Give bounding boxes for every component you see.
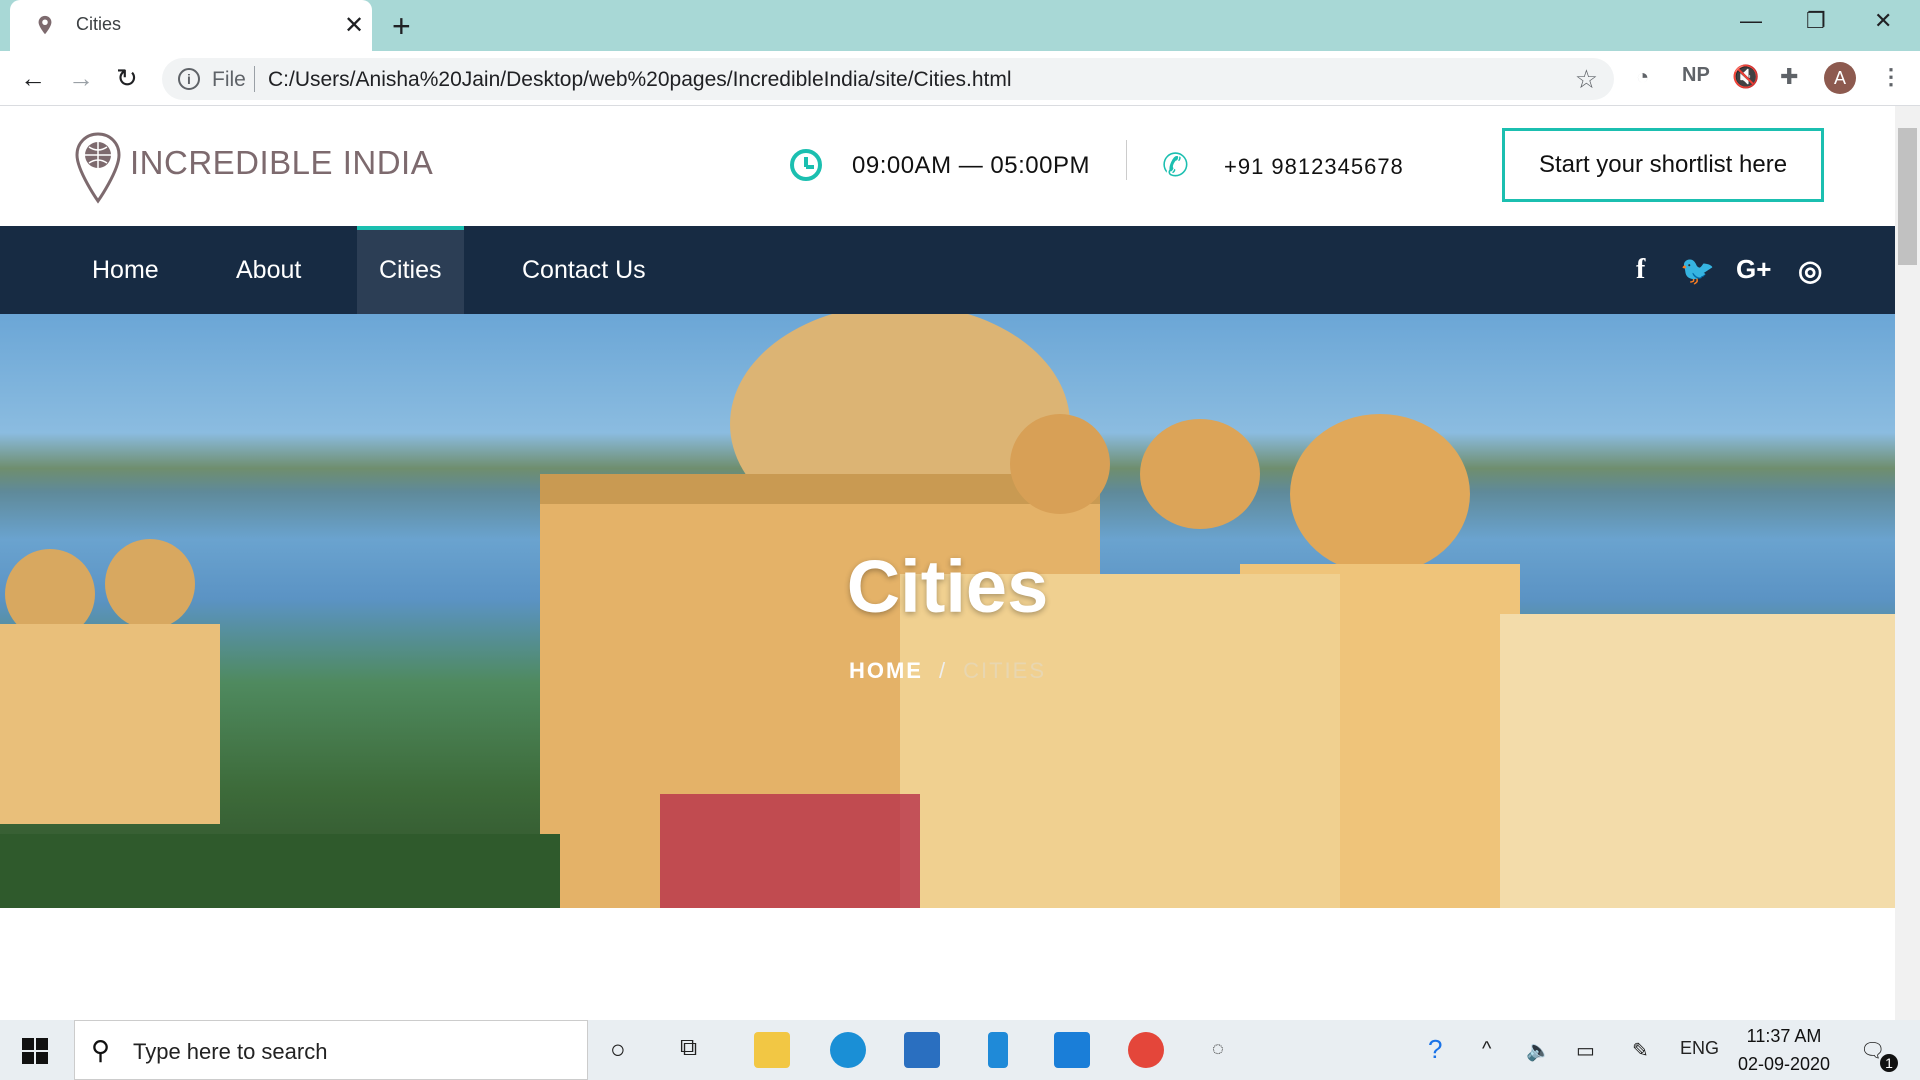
edge-icon[interactable] (830, 1032, 866, 1068)
reload-icon[interactable]: ↻ (116, 63, 138, 94)
url-scheme-label: File (212, 68, 246, 91)
cortana-icon[interactable]: ○ (610, 1034, 626, 1065)
breadcrumb: HOME / CITIES (0, 658, 1895, 684)
windows-start-icon[interactable] (22, 1038, 48, 1064)
app-circle-icon[interactable]: ◌ (1212, 1038, 1224, 1061)
taskbar-search-box[interactable]: ⚲ Type here to search (74, 1020, 588, 1080)
phone-icon: ✆ (1162, 147, 1189, 183)
phone-number: +91 9812345678 (1224, 154, 1404, 179)
profile-avatar[interactable]: A (1824, 62, 1856, 94)
nav-home[interactable]: Home (70, 226, 181, 314)
web-page: INCREDIBLE INDIA 09:00AM — 05:00PM ✆ +91… (0, 106, 1895, 1020)
scrollbar-thumb[interactable] (1898, 128, 1917, 265)
battery-icon[interactable]: ▭ (1576, 1038, 1595, 1063)
extensions-puzzle-icon[interactable]: ✚ (1780, 64, 1798, 90)
nav-contact-us[interactable]: Contact Us (500, 226, 668, 314)
task-view-icon[interactable]: ⧉ (680, 1034, 697, 1062)
breadcrumb-separator: / (938, 658, 948, 683)
hero-title: Cities (846, 545, 1049, 628)
google-plus-icon[interactable]: G+ (1736, 254, 1771, 285)
back-icon[interactable]: ← (20, 63, 46, 94)
extension-np-icon[interactable]: NP (1682, 64, 1710, 87)
chrome-icon[interactable] (1128, 1032, 1164, 1068)
clock-time[interactable]: 11:37 AM (1744, 1026, 1824, 1047)
nav-about[interactable]: About (214, 226, 323, 314)
search-icon: ⚲ (91, 1035, 111, 1065)
vscode-icon[interactable] (988, 1032, 1008, 1068)
speed-icon[interactable]: ◔ (1636, 64, 1649, 90)
minimize-icon[interactable]: — (1740, 8, 1762, 34)
restore-icon[interactable]: ❐ (1806, 8, 1826, 34)
show-hidden-icons-icon[interactable]: ^ (1482, 1038, 1491, 1061)
forward-icon[interactable]: → (68, 63, 94, 94)
volume-icon[interactable]: 🔈 (1526, 1038, 1551, 1063)
browser-tab[interactable]: Cities ✕ (10, 0, 372, 51)
opening-hours: 09:00AM — 05:00PM (852, 152, 1090, 179)
bookmark-star-icon[interactable]: ☆ (1575, 64, 1598, 95)
windows-taskbar: ⚲ Type here to search ○ ⧉ ◌ ? ^ 🔈 ▭ ✎ EN… (0, 1020, 1920, 1080)
location-pin-icon (38, 15, 52, 35)
url-divider (254, 66, 255, 92)
tab-title: Cities (76, 14, 122, 34)
instagram-icon[interactable]: ◎ (1798, 254, 1822, 287)
new-tab-icon[interactable]: + (392, 8, 411, 45)
url-text[interactable]: C:/Users/Anisha%20Jain/Desktop/web%20pag… (268, 68, 1012, 92)
twitter-icon[interactable]: 🐦 (1680, 254, 1715, 287)
breadcrumb-home[interactable]: HOME (849, 658, 923, 683)
language-indicator[interactable]: ENG (1680, 1038, 1719, 1059)
help-icon[interactable]: ? (1428, 1034, 1442, 1065)
clock-icon (790, 149, 822, 181)
file-explorer-icon[interactable] (754, 1032, 790, 1068)
clock-date[interactable]: 02-09-2020 (1734, 1054, 1834, 1075)
browser-toolbar: ← → ↻ i File C:/Users/Anisha%20Jain/Desk… (0, 51, 1920, 106)
pen-icon[interactable]: ✎ (1632, 1038, 1649, 1063)
close-tab-icon[interactable]: ✕ (344, 11, 364, 40)
info-icon[interactable]: i (178, 68, 200, 90)
mute-icon[interactable]: 🔇 (1732, 64, 1759, 90)
browser-tab-bar: Cities ✕ + — ❐ ✕ (0, 0, 1920, 51)
logo-globe-pin-icon (75, 132, 121, 204)
notification-count: 1 (1880, 1054, 1898, 1072)
breadcrumb-current: CITIES (963, 658, 1047, 683)
site-navbar: Home About Cities Contact Us f 🐦 G+ ◎ (0, 226, 1895, 314)
start-shortlist-button[interactable]: Start your shortlist here (1502, 128, 1824, 202)
address-bar[interactable]: i File C:/Users/Anisha%20Jain/Desktop/we… (162, 58, 1614, 100)
header-divider (1126, 140, 1127, 180)
search-placeholder: Type here to search (133, 1039, 328, 1064)
close-window-icon[interactable]: ✕ (1874, 8, 1892, 34)
facebook-icon[interactable]: f (1636, 254, 1645, 286)
menu-dots-icon[interactable]: ⋮ (1880, 64, 1902, 90)
nav-cities[interactable]: Cities (357, 226, 464, 314)
store-icon[interactable] (904, 1032, 940, 1068)
hero-banner: Cities HOME / CITIES (0, 314, 1895, 908)
logo-text[interactable]: INCREDIBLE INDIA (130, 144, 433, 182)
mail-icon[interactable] (1054, 1032, 1090, 1068)
